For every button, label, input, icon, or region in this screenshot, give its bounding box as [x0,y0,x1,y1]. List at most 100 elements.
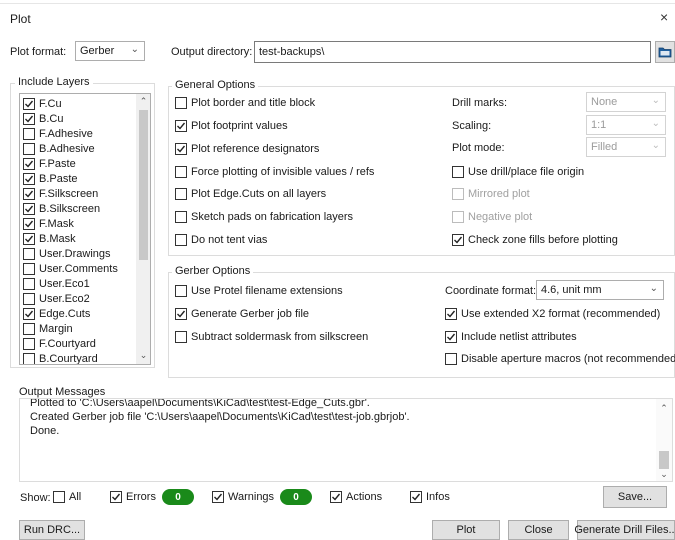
actions-checkbox[interactable]: Actions [330,491,382,503]
layer-item[interactable]: Margin [20,321,136,336]
checkbox-box[interactable] [23,277,35,290]
layer-item[interactable]: F.Paste [20,156,136,171]
checkbox-box[interactable] [23,322,35,335]
checkbox-box[interactable] [212,491,224,503]
close-button[interactable]: Close [508,520,569,540]
layer-item[interactable]: B.Silkscreen [20,201,136,216]
browse-folder-button[interactable] [655,41,675,63]
checkbox-box[interactable] [175,143,187,155]
plot-mode-select[interactable]: Filled ⌄ [586,137,666,157]
checkbox-box[interactable] [452,211,464,223]
checkbox-box[interactable] [23,172,35,185]
checkbox-box[interactable] [452,234,464,246]
checkbox-box[interactable] [23,262,35,275]
gerber-right-option-1[interactable]: Include netlist attributes [445,331,577,343]
checkbox-box[interactable] [23,142,35,155]
checkbox-box[interactable] [175,331,187,343]
checkbox-box[interactable] [175,285,187,297]
layer-item[interactable]: User.Eco2 [20,291,136,306]
output-messages-box[interactable]: Plotted to 'C:\Users\aapel\Documents\KiC… [19,398,673,482]
all-checkbox[interactable]: All [53,491,81,503]
layer-item[interactable]: User.Drawings [20,246,136,261]
general-option-2[interactable]: Plot reference designators [175,143,319,155]
gerber-option-0[interactable]: Use Protel filename extensions [175,285,343,297]
layer-item[interactable]: User.Eco1 [20,276,136,291]
general-option-0[interactable]: Plot border and title block [175,97,315,109]
layer-item[interactable]: B.Paste [20,171,136,186]
general-right-option-3[interactable]: Check zone fills before plotting [452,234,618,246]
layer-item[interactable]: F.Silkscreen [20,186,136,201]
checkbox-box[interactable] [445,308,457,320]
output-directory-input[interactable]: test-backups\ [254,41,651,63]
checkbox-box[interactable] [23,352,35,364]
checkbox-box[interactable] [23,307,35,320]
gerber-right-option-2[interactable]: Disable aperture macros (not recommended… [445,353,675,365]
layer-item[interactable]: B.Mask [20,231,136,246]
layer-item[interactable]: F.Adhesive [20,126,136,141]
checkbox-box[interactable] [452,188,464,200]
checkbox-box[interactable] [23,97,35,110]
checkbox-box[interactable] [175,308,187,320]
checkbox-box[interactable] [23,112,35,125]
checkbox-box[interactable] [23,247,35,260]
scroll-up-icon[interactable]: ⌃ [136,96,150,107]
scroll-up-icon[interactable]: ⌃ [656,403,672,414]
checkbox-box[interactable] [23,217,35,230]
checkbox-box[interactable] [175,234,187,246]
messages-scroll-thumb[interactable] [659,451,669,469]
checkbox-box[interactable] [175,120,187,132]
run-drc-button[interactable]: Run DRC... [19,520,85,540]
warnings-checkbox[interactable]: Warnings [212,491,274,503]
checkbox-box[interactable] [23,337,35,350]
checkbox-box[interactable] [445,353,457,365]
checkbox-box[interactable] [23,232,35,245]
messages-scrollbar[interactable]: ⌃ ⌄ [656,399,672,481]
general-option-3[interactable]: Force plotting of invisible values / ref… [175,166,374,178]
layers-scroll-thumb[interactable] [139,110,148,260]
coordinate-format-select[interactable]: 4.6, unit mm ⌄ [536,280,664,300]
checkbox-box[interactable] [23,187,35,200]
close-icon[interactable]: × [660,9,668,25]
checkbox-box[interactable] [330,491,342,503]
checkbox-box[interactable] [53,491,65,503]
checkbox-box[interactable] [175,97,187,109]
checkbox-box[interactable] [23,157,35,170]
general-option-1[interactable]: Plot footprint values [175,120,288,132]
general-right-option-0[interactable]: Use drill/place file origin [452,166,584,178]
layer-item[interactable]: User.Comments [20,261,136,276]
gerber-option-1[interactable]: Generate Gerber job file [175,308,309,320]
checkbox-box[interactable] [175,188,187,200]
plot-format-select[interactable]: Gerber ⌄ [75,41,145,61]
layer-item[interactable]: B.Adhesive [20,141,136,156]
scroll-down-icon[interactable]: ⌄ [136,350,150,361]
general-right-option-2[interactable]: Negative plot [452,211,532,223]
checkbox-box[interactable] [175,166,187,178]
layer-item[interactable]: F.Mask [20,216,136,231]
drill-marks-select[interactable]: None ⌄ [586,92,666,112]
layer-item[interactable]: F.Courtyard [20,336,136,351]
generate-drill-files-button[interactable]: Generate Drill Files... [574,520,675,540]
checkbox-box[interactable] [410,491,422,503]
layers-scrollbar[interactable]: ⌃ ⌄ [136,94,150,364]
general-option-6[interactable]: Do not tent vias [175,234,267,246]
checkbox-box[interactable] [23,292,35,305]
infos-checkbox[interactable]: Infos [410,491,450,503]
checkbox-box[interactable] [23,202,35,215]
scroll-down-icon[interactable]: ⌄ [656,469,672,480]
checkbox-box[interactable] [445,331,457,343]
layers-list[interactable]: F.Cu B.Cu F.Adhesive B.Adhesive F.Paste B.Pas… [19,93,151,365]
general-right-option-1[interactable]: Mirrored plot [452,188,530,200]
checkbox-box[interactable] [23,127,35,140]
checkbox-box[interactable] [110,491,122,503]
save-button[interactable]: Save... [603,486,667,508]
layer-item[interactable]: F.Cu [20,96,136,111]
checkbox-box[interactable] [175,211,187,223]
layer-item[interactable]: Edge.Cuts [20,306,136,321]
plot-button[interactable]: Plot [432,520,500,540]
checkbox-box[interactable] [452,166,464,178]
general-option-5[interactable]: Sketch pads on fabrication layers [175,211,353,223]
layer-item[interactable]: B.Cu [20,111,136,126]
errors-checkbox[interactable]: Errors [110,491,156,503]
gerber-option-2[interactable]: Subtract soldermask from silkscreen [175,331,368,343]
general-option-4[interactable]: Plot Edge.Cuts on all layers [175,188,326,200]
